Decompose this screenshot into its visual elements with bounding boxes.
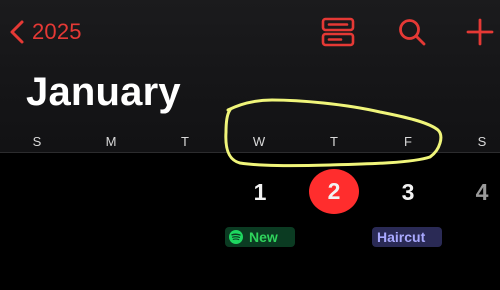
event-new[interactable]: New — [225, 227, 295, 247]
day-2-today[interactable]: 2 — [309, 169, 359, 214]
search-icon — [399, 19, 426, 46]
back-label: 2025 — [32, 19, 82, 44]
spotify-icon — [229, 230, 243, 244]
day-3[interactable]: 3 — [386, 172, 430, 212]
weekday-thursday: T — [330, 134, 338, 149]
list-view-icon — [321, 17, 355, 47]
list-view-button[interactable] — [318, 14, 358, 50]
event-label: New — [249, 229, 278, 245]
chevron-left-icon — [10, 20, 24, 44]
back-button[interactable]: 2025 — [8, 14, 82, 50]
weekday-friday: F — [404, 134, 412, 149]
weekday-divider — [0, 152, 500, 153]
weekday-monday: M — [105, 134, 117, 149]
event-haircut[interactable]: Haircut — [372, 227, 442, 247]
month-title: January — [26, 70, 181, 114]
weekday-wednesday: W — [252, 134, 266, 149]
add-icon — [466, 18, 494, 46]
weekday-sunday: S — [32, 134, 42, 149]
day-1[interactable]: 1 — [238, 172, 282, 212]
add-event-button[interactable] — [460, 14, 500, 50]
event-label: Haircut — [377, 229, 426, 245]
weekday-saturday: S — [477, 134, 487, 149]
search-button[interactable] — [392, 14, 432, 50]
weekday-tuesday: T — [181, 134, 189, 149]
day-4[interactable]: 4 — [460, 172, 500, 212]
